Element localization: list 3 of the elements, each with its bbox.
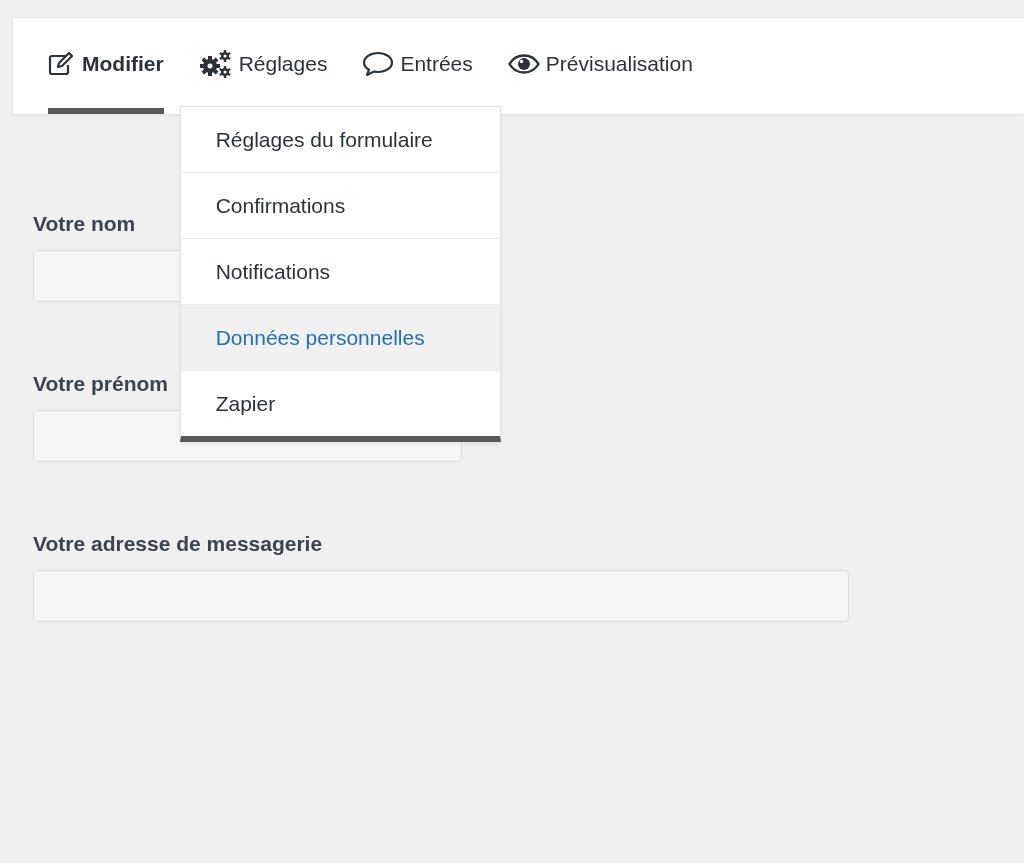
field-label: Votre adresse de messagerie [33, 532, 324, 556]
field-label: Votre nom [33, 212, 137, 236]
field-label: Votre prénom [33, 372, 169, 396]
